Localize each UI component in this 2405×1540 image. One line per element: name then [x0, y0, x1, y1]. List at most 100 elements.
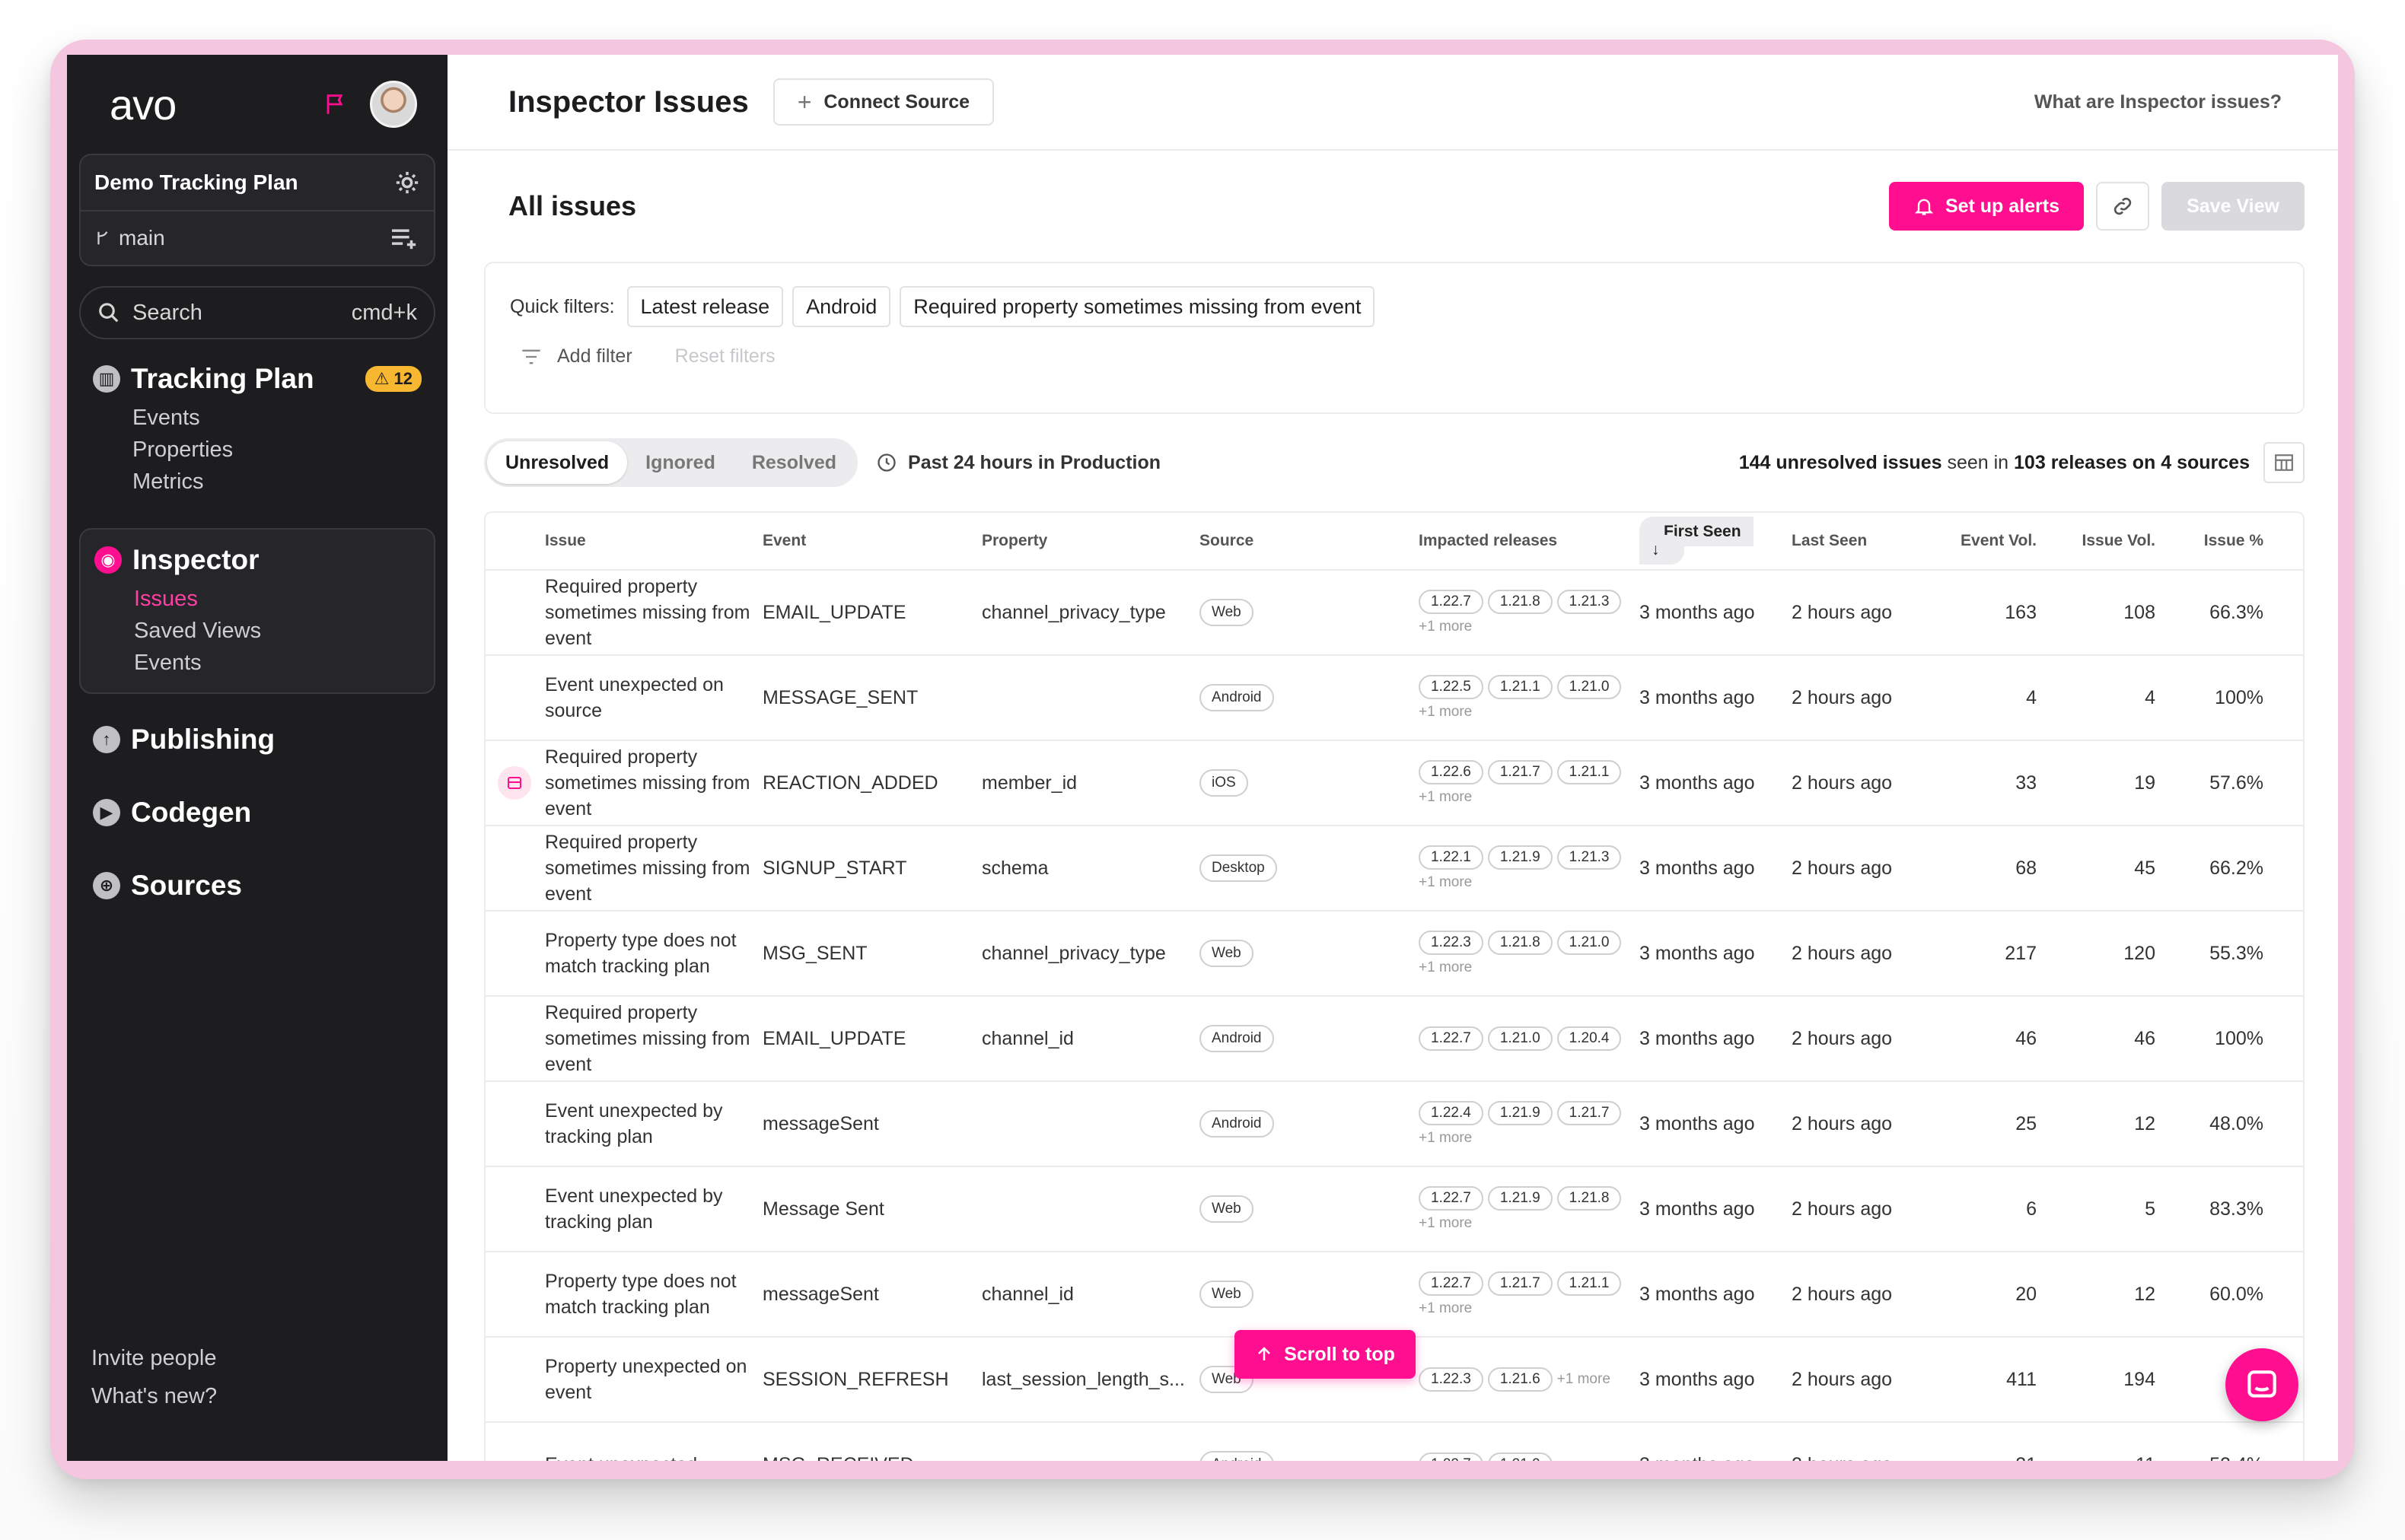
- release-badge[interactable]: 1.21.3: [1556, 590, 1622, 614]
- col-event-vol[interactable]: Event Vol.: [1948, 532, 2037, 550]
- quick-filter-latest-release[interactable]: Latest release: [626, 286, 784, 327]
- release-badge[interactable]: 1.21.0: [1556, 931, 1622, 955]
- warning-badge[interactable]: ⚠ 12: [365, 366, 422, 392]
- release-badge[interactable]: 1.21.9: [1487, 845, 1553, 870]
- more-releases-link[interactable]: +1 more: [1419, 959, 1472, 976]
- table-row[interactable]: Event unexpected by tracking plan Messag…: [486, 1167, 2303, 1252]
- quick-filter-android[interactable]: Android: [792, 286, 891, 327]
- add-list-icon[interactable]: [390, 225, 420, 251]
- release-badge[interactable]: 1.21.1: [1556, 1271, 1622, 1296]
- table-row[interactable]: Property type does not match tracking pl…: [486, 1252, 2303, 1338]
- nav-sub-properties[interactable]: Properties: [132, 434, 422, 466]
- reset-filters-button[interactable]: Reset filters: [675, 345, 776, 368]
- release-badge[interactable]: 1.21.6: [1487, 1367, 1553, 1392]
- tab-unresolved[interactable]: Unresolved: [487, 441, 628, 484]
- table-row[interactable]: Event unexpected by tracking plan messag…: [486, 1082, 2303, 1167]
- time-range-selector[interactable]: Past 24 hours in Production: [876, 452, 1161, 474]
- col-source[interactable]: Source: [1199, 532, 1419, 550]
- more-releases-link[interactable]: +1 more: [1419, 874, 1472, 891]
- more-releases-link[interactable]: +1 more: [1419, 704, 1472, 721]
- col-last-seen[interactable]: Last Seen: [1792, 532, 1948, 550]
- release-badge[interactable]: 1.21.7: [1487, 1271, 1553, 1296]
- release-badge[interactable]: 1.22.4: [1419, 1101, 1483, 1125]
- col-first-seen[interactable]: First Seen ↓: [1639, 517, 1792, 565]
- nav-sub-inspector-events[interactable]: Events: [134, 647, 420, 679]
- more-releases-link[interactable]: +1 more: [1419, 789, 1472, 806]
- more-releases-link[interactable]: +1 more: [1419, 1300, 1472, 1317]
- release-badge[interactable]: 1.21.8: [1487, 590, 1553, 614]
- avatar[interactable]: [370, 81, 417, 128]
- release-badge[interactable]: 1.22.7: [1419, 1026, 1483, 1051]
- nav-sub-issues[interactable]: Issues: [134, 583, 420, 615]
- release-badge[interactable]: 1.22.1: [1419, 845, 1483, 870]
- nav-sub-saved-views[interactable]: Saved Views: [134, 615, 420, 647]
- release-badge[interactable]: 1.21.1: [1556, 760, 1622, 784]
- table-row[interactable]: Event unexpected MSG_RECEIVED Android 1.…: [486, 1423, 2303, 1461]
- release-badge[interactable]: 1.21.9: [1487, 1101, 1553, 1125]
- gear-icon[interactable]: [394, 170, 420, 196]
- nav-item-publishing[interactable]: ↑ Publishing: [93, 717, 422, 762]
- scroll-to-top-button[interactable]: Scroll to top: [1234, 1330, 1416, 1379]
- release-badge[interactable]: 1.21.0: [1556, 675, 1622, 699]
- more-releases-link[interactable]: +1 more: [1419, 1130, 1472, 1147]
- chat-launcher-button[interactable]: [2225, 1348, 2298, 1421]
- release-badge[interactable]: 1.21.7: [1556, 1101, 1622, 1125]
- more-releases-link[interactable]: +1 more: [1557, 1371, 1610, 1388]
- release-badge[interactable]: 1.22.7: [1419, 1186, 1483, 1211]
- col-issue[interactable]: Issue: [486, 528, 763, 554]
- release-badge[interactable]: 1.22.7: [1419, 1452, 1483, 1461]
- more-releases-link[interactable]: +1 more: [1419, 1215, 1472, 1232]
- alert-channel-icon[interactable]: [498, 766, 531, 800]
- nav-sub-events[interactable]: Events: [132, 402, 422, 434]
- quick-filter-required-property[interactable]: Required property sometimes missing from…: [900, 286, 1375, 327]
- add-filter-button[interactable]: Add filter: [521, 345, 632, 368]
- connect-source-button[interactable]: + Connect Source: [772, 78, 995, 126]
- nav-item-sources[interactable]: ⊕ Sources: [93, 863, 422, 908]
- table-row[interactable]: Event unexpected on source MESSAGE_SENT …: [486, 656, 2303, 741]
- release-badge[interactable]: 1.20.4: [1556, 1026, 1622, 1051]
- table-row[interactable]: Required property sometimes missing from…: [486, 997, 2303, 1082]
- table-row[interactable]: Required property sometimes missing from…: [486, 741, 2303, 826]
- release-badge[interactable]: 1.21.1: [1487, 675, 1553, 699]
- release-badge[interactable]: 1.21.9: [1487, 1186, 1553, 1211]
- more-releases-link[interactable]: +1 more: [1419, 619, 1472, 635]
- search-input[interactable]: Search cmd+k: [79, 286, 435, 339]
- col-impacted-releases[interactable]: Impacted releases: [1419, 532, 1639, 550]
- flag-icon[interactable]: [323, 91, 349, 117]
- col-event[interactable]: Event: [763, 532, 982, 550]
- columns-button[interactable]: [2263, 442, 2305, 483]
- release-badge[interactable]: 1.21.8: [1556, 1186, 1622, 1211]
- table-row[interactable]: Required property sometimes missing from…: [486, 826, 2303, 912]
- nav-item-inspector[interactable]: ◉ Inspector: [94, 537, 420, 583]
- release-badge[interactable]: 1.21.7: [1487, 760, 1553, 784]
- release-badge[interactable]: 1.22.3: [1419, 931, 1483, 955]
- copy-link-button[interactable]: [2096, 182, 2149, 231]
- col-issue-pct[interactable]: Issue %: [2155, 532, 2263, 550]
- invite-people-link[interactable]: Invite people: [91, 1339, 217, 1377]
- tab-resolved[interactable]: Resolved: [734, 441, 855, 484]
- table-row[interactable]: Required property sometimes missing from…: [486, 571, 2303, 656]
- branch-selector[interactable]: main: [94, 226, 165, 250]
- nav-item-tracking-plan[interactable]: ▥ Tracking Plan ⚠ 12: [93, 356, 422, 402]
- release-badge[interactable]: 1.21.8: [1487, 931, 1553, 955]
- release-badge[interactable]: 1.21.0: [1487, 1026, 1553, 1051]
- help-link[interactable]: What are Inspector issues?: [2034, 91, 2282, 113]
- release-badge[interactable]: 1.22.7: [1419, 1271, 1483, 1296]
- release-badge[interactable]: 1.22.5: [1419, 675, 1483, 699]
- col-property[interactable]: Property: [982, 532, 1199, 550]
- whats-new-link[interactable]: What's new?: [91, 1377, 217, 1415]
- release-badge[interactable]: 1.22.3: [1419, 1367, 1483, 1392]
- tab-ignored[interactable]: Ignored: [627, 441, 734, 484]
- setup-alerts-button[interactable]: Set up alerts: [1888, 182, 2084, 231]
- release-badge[interactable]: 1.22.6: [1419, 760, 1483, 784]
- avo-logo[interactable]: avo: [110, 80, 177, 129]
- nav-item-codegen[interactable]: ▶ Codegen: [93, 790, 422, 835]
- release-badge[interactable]: 1.21.3: [1556, 845, 1622, 870]
- plan-name[interactable]: Demo Tracking Plan: [94, 170, 298, 195]
- save-view-button[interactable]: Save View: [2161, 182, 2305, 231]
- release-badge[interactable]: 1.22.7: [1419, 590, 1483, 614]
- nav-sub-metrics[interactable]: Metrics: [132, 466, 422, 498]
- table-row[interactable]: Property type does not match tracking pl…: [486, 912, 2303, 997]
- release-badge[interactable]: 1.21.9: [1487, 1452, 1553, 1461]
- col-issue-vol[interactable]: Issue Vol.: [2037, 532, 2155, 550]
